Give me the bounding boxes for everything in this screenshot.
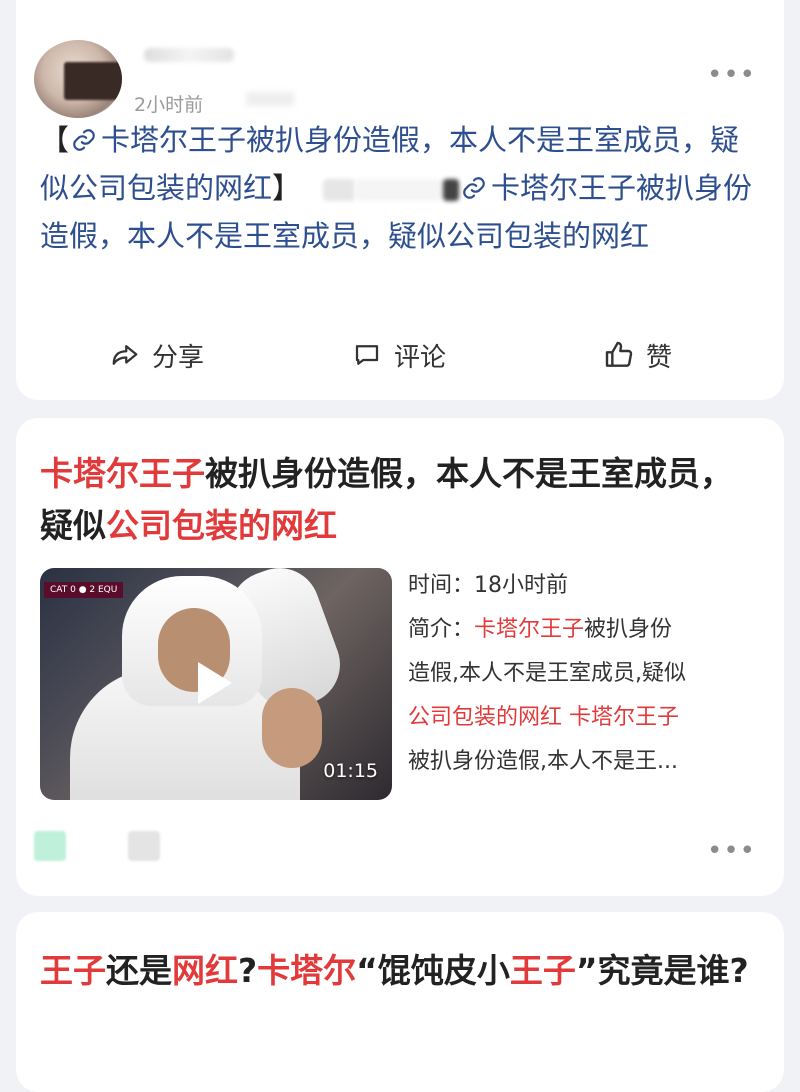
title-text: ? [238, 951, 258, 990]
intro-highlight: 卡塔尔王子 [474, 617, 585, 642]
thumbs-up-icon [605, 341, 633, 367]
title-highlight: 卡塔尔 [257, 951, 357, 990]
source-logo-redacted [34, 831, 66, 861]
title-highlight: 公司包装的网红 [106, 506, 337, 545]
video-duration: 01:15 [323, 760, 378, 782]
share-icon [112, 345, 138, 365]
comment-label: 评论 [394, 342, 447, 373]
play-icon[interactable] [198, 662, 232, 704]
intro-text: 被扒身份 [584, 617, 673, 642]
video-thumbnail[interactable]: CAT 0 ● 2 EQU 01:15 [40, 568, 392, 800]
time-label: 时间： [408, 573, 475, 598]
comment-icon [355, 345, 379, 365]
like-label: 赞 [646, 342, 673, 373]
share-label: 分享 [152, 342, 205, 373]
title-text: “馄饨皮小 [356, 951, 510, 990]
username-redacted [144, 48, 234, 62]
feed-card-article[interactable]: 王子还是网红?卡塔尔“馄饨皮小王子”究竟是谁? [16, 912, 784, 1092]
share-button[interactable]: 分享 [108, 335, 204, 375]
feed-card-post[interactable]: 2小时前 ••• 【卡塔尔王子被扒身份造假，本人不是王室成员，疑似公司包装的网红… [16, 0, 784, 400]
more-dots-icon[interactable]: ••• [707, 62, 756, 88]
article-title[interactable]: 王子还是网红?卡塔尔“馄饨皮小王子”究竟是谁? [40, 946, 760, 996]
bracket-close: 】 [272, 171, 302, 205]
intro-label: 简介： [408, 617, 475, 642]
title-highlight: 网红 [172, 951, 238, 990]
post-time: 2小时前 [134, 94, 204, 116]
title-highlight: 卡塔尔王子 [40, 454, 205, 493]
bracket-open: 【 [40, 123, 70, 157]
link-icon [73, 129, 95, 151]
title-text: 还是 [106, 951, 172, 990]
title-text: 被扒身份造假，本人不是王室成 [205, 454, 667, 493]
post-body: 【卡塔尔王子被扒身份造假，本人不是王室成员，疑似公司包装的网红】 卡塔尔王子被扒身… [40, 116, 758, 260]
comment-button[interactable]: 评论 [350, 335, 446, 375]
intro-text: 造假,本人不是王室成员,疑似 [408, 661, 686, 686]
source-redacted [246, 92, 294, 106]
avatar[interactable] [34, 40, 122, 118]
time-value: 18小时前 [474, 573, 569, 598]
video-meta: 时间：18小时前 简介：卡塔尔王子被扒身份 造假,本人不是王室成员,疑似 公司包… [408, 564, 758, 784]
article-title[interactable]: 卡塔尔王子被扒身份造假，本人不是王室成员，疑似公司包装的网红 [40, 448, 760, 552]
like-button[interactable]: 赞 [602, 335, 672, 375]
intro-text: 被扒身份造假,本人不是王... [408, 749, 678, 774]
redacted-mention [355, 179, 444, 201]
more-dots-icon[interactable]: ••• [707, 838, 756, 864]
redacted-mention [443, 179, 460, 201]
source-name-redacted [128, 831, 160, 861]
scoreboard: CAT 0 ● 2 EQU [44, 582, 124, 598]
title-highlight: 王子 [40, 951, 106, 990]
title-text: ”究竟是谁? [575, 951, 749, 990]
redacted-mention [323, 179, 356, 201]
link-icon [463, 177, 485, 199]
title-highlight: 王子 [509, 951, 576, 990]
post-actions: 分享 评论 赞 [16, 335, 784, 375]
intro-highlight: 公司包装的网红 卡塔尔王子 [408, 705, 679, 730]
feed-card-video[interactable]: 卡塔尔王子被扒身份造假，本人不是王室成员，疑似公司包装的网红 CAT 0 ● 2… [16, 418, 784, 896]
